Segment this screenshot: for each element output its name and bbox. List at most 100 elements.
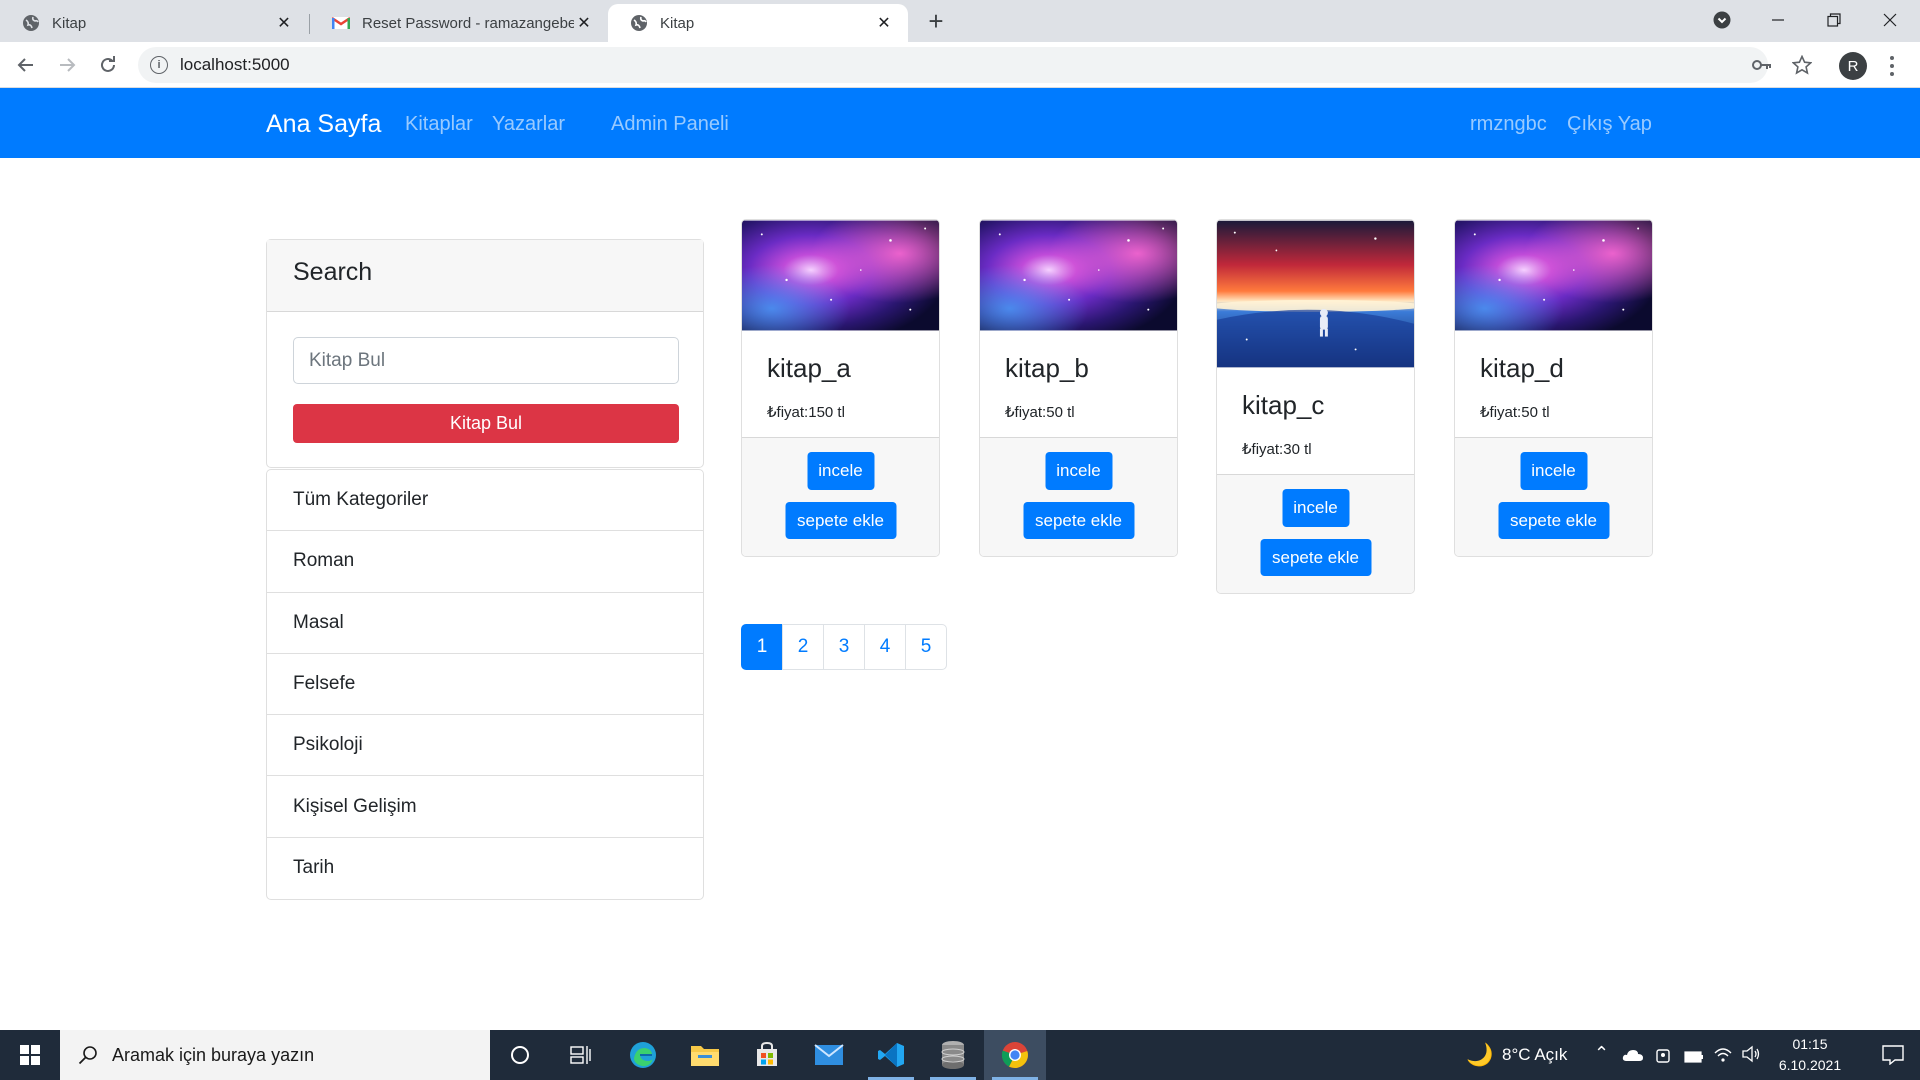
back-button[interactable] bbox=[12, 51, 40, 79]
book-cover-image[interactable] bbox=[980, 220, 1177, 331]
vscode-icon[interactable] bbox=[860, 1030, 922, 1080]
close-tab-icon[interactable]: ✕ bbox=[574, 13, 594, 33]
book-card: kitap_c ₺fiyat:30 tl incele sepete ekle bbox=[1216, 219, 1415, 594]
windows-taskbar: Aramak için buraya yazın 🌙 8°C Açık ⌃ 01… bbox=[0, 1030, 1920, 1080]
search-card: Search Kitap Bul bbox=[266, 239, 704, 468]
wifi-icon[interactable] bbox=[1713, 1045, 1733, 1068]
search-card-title: Search bbox=[267, 240, 703, 312]
database-app-icon[interactable] bbox=[922, 1030, 984, 1080]
chrome-icon[interactable] bbox=[984, 1030, 1046, 1080]
chevron-down-icon bbox=[1713, 11, 1731, 29]
chevron-up-icon[interactable]: ⌃ bbox=[1594, 1043, 1609, 1064]
category-item-roman[interactable]: Roman bbox=[267, 531, 703, 593]
category-item-kisisel-gelisim[interactable]: Kişisel Gelişim bbox=[267, 776, 703, 838]
book-title[interactable]: kitap_d bbox=[1480, 353, 1627, 389]
book-cover-image[interactable] bbox=[1217, 220, 1414, 368]
book-card-footer: incele sepete ekle bbox=[1455, 437, 1652, 556]
browser-tab-1[interactable]: Kitap ✕ bbox=[0, 4, 308, 42]
task-view-icon[interactable] bbox=[550, 1030, 612, 1080]
page-link-2[interactable]: 2 bbox=[782, 624, 824, 670]
meet-now-icon[interactable] bbox=[1655, 1046, 1671, 1069]
nav-link-username[interactable]: rmzngbc bbox=[1470, 113, 1547, 136]
nav-link-kitaplar[interactable]: Kitaplar bbox=[405, 113, 473, 136]
browser-tab-2[interactable]: Reset Password - ramazangebecek ✕ bbox=[310, 4, 608, 42]
book-title[interactable]: kitap_b bbox=[1005, 353, 1152, 389]
pagination: 1 2 3 4 5 bbox=[741, 624, 947, 670]
onedrive-cloud-icon[interactable] bbox=[1622, 1047, 1644, 1067]
add-to-cart-button[interactable]: sepete ekle bbox=[785, 502, 896, 539]
browser-tab-strip: Kitap ✕ Reset Password - ramazangebecek … bbox=[0, 0, 1920, 42]
close-icon bbox=[1883, 13, 1897, 27]
search-input[interactable] bbox=[293, 337, 679, 384]
page-link-3[interactable]: 3 bbox=[823, 624, 865, 670]
restore-button[interactable] bbox=[1806, 0, 1862, 40]
minimize-button[interactable] bbox=[1750, 0, 1806, 40]
restore-icon bbox=[1827, 13, 1841, 27]
gmail-icon bbox=[332, 14, 350, 32]
bookmark-star-icon[interactable] bbox=[1789, 52, 1815, 78]
globe-icon bbox=[630, 14, 648, 32]
profile-avatar[interactable]: R bbox=[1839, 52, 1867, 80]
notification-center-icon[interactable] bbox=[1866, 1030, 1920, 1080]
nav-link-yazarlar[interactable]: Yazarlar bbox=[492, 113, 565, 136]
tab-title: Reset Password - ramazangebecek bbox=[362, 14, 574, 32]
key-icon[interactable] bbox=[1749, 52, 1775, 78]
edge-browser-icon[interactable] bbox=[612, 1030, 674, 1080]
windows-start-button[interactable] bbox=[0, 1030, 60, 1080]
weather-text[interactable]: 8°C Açık bbox=[1502, 1045, 1567, 1065]
book-cover-image[interactable] bbox=[742, 220, 939, 331]
incele-button[interactable]: incele bbox=[1282, 489, 1349, 527]
incele-button[interactable]: incele bbox=[1520, 452, 1587, 490]
close-window-button[interactable] bbox=[1862, 0, 1918, 40]
file-explorer-icon[interactable] bbox=[674, 1030, 736, 1080]
incele-button[interactable]: incele bbox=[807, 452, 874, 490]
site-navbar: Ana Sayfa Kitaplar Yazarlar Admin Paneli… bbox=[0, 88, 1920, 158]
reload-icon bbox=[101, 56, 115, 72]
close-tab-icon[interactable]: ✕ bbox=[874, 13, 894, 33]
url-text: localhost:5000 bbox=[180, 55, 290, 74]
tab-search-button[interactable] bbox=[1694, 0, 1750, 40]
close-tab-icon[interactable]: ✕ bbox=[274, 13, 294, 33]
nav-link-logout[interactable]: Çıkış Yap bbox=[1567, 113, 1652, 136]
forward-button[interactable] bbox=[53, 51, 81, 79]
book-cover-image[interactable] bbox=[1455, 220, 1652, 331]
incele-button[interactable]: incele bbox=[1045, 452, 1112, 490]
moon-weather-icon[interactable]: 🌙 bbox=[1466, 1042, 1493, 1068]
search-button[interactable]: Kitap Bul bbox=[293, 404, 679, 443]
info-icon[interactable]: i bbox=[150, 56, 168, 74]
category-item-tum-kategoriler[interactable]: Tüm Kategoriler bbox=[267, 470, 703, 532]
category-item-felsefe[interactable]: Felsefe bbox=[267, 654, 703, 716]
arrow-right-icon bbox=[60, 58, 76, 72]
microsoft-store-icon[interactable] bbox=[736, 1030, 798, 1080]
page-link-1[interactable]: 1 bbox=[741, 624, 783, 670]
page-link-4[interactable]: 4 bbox=[864, 624, 906, 670]
battery-icon[interactable] bbox=[1684, 1048, 1704, 1068]
add-to-cart-button[interactable]: sepete ekle bbox=[1023, 502, 1134, 539]
category-item-tarih[interactable]: Tarih bbox=[267, 838, 703, 899]
taskbar-clock[interactable]: 01:15 6.10.2021 bbox=[1770, 1034, 1850, 1076]
volume-icon[interactable] bbox=[1741, 1045, 1761, 1068]
book-card: kitap_a ₺fiyat:150 tl incele sepete ekle bbox=[741, 219, 940, 557]
page-link-5[interactable]: 5 bbox=[905, 624, 947, 670]
mail-icon[interactable] bbox=[798, 1030, 860, 1080]
add-to-cart-button[interactable]: sepete ekle bbox=[1260, 539, 1371, 576]
book-title[interactable]: kitap_c bbox=[1242, 390, 1389, 426]
book-title[interactable]: kitap_a bbox=[767, 353, 914, 389]
category-item-psikoloji[interactable]: Psikoloji bbox=[267, 715, 703, 777]
clock-time: 01:15 bbox=[1792, 1036, 1828, 1052]
browser-tab-3-active[interactable]: Kitap ✕ bbox=[608, 4, 908, 42]
address-bar[interactable]: i localhost:5000 bbox=[138, 47, 1768, 83]
add-to-cart-button[interactable]: sepete ekle bbox=[1498, 502, 1609, 539]
nav-link-admin-paneli[interactable]: Admin Paneli bbox=[611, 113, 729, 136]
windows-logo-icon bbox=[20, 1045, 40, 1065]
browser-menu-icon[interactable] bbox=[1882, 54, 1902, 78]
book-card-footer: incele sepete ekle bbox=[1217, 474, 1414, 593]
minimize-icon bbox=[1772, 19, 1784, 21]
brand-home-link[interactable]: Ana Sayfa bbox=[266, 110, 381, 139]
cortana-icon[interactable] bbox=[489, 1030, 551, 1080]
new-tab-button[interactable]: + bbox=[922, 8, 950, 36]
category-item-masal[interactable]: Masal bbox=[267, 593, 703, 654]
taskbar-search-box[interactable]: Aramak için buraya yazın bbox=[60, 1030, 490, 1080]
reload-button[interactable] bbox=[94, 51, 122, 79]
book-card: kitap_b ₺fiyat:50 tl incele sepete ekle bbox=[979, 219, 1178, 557]
